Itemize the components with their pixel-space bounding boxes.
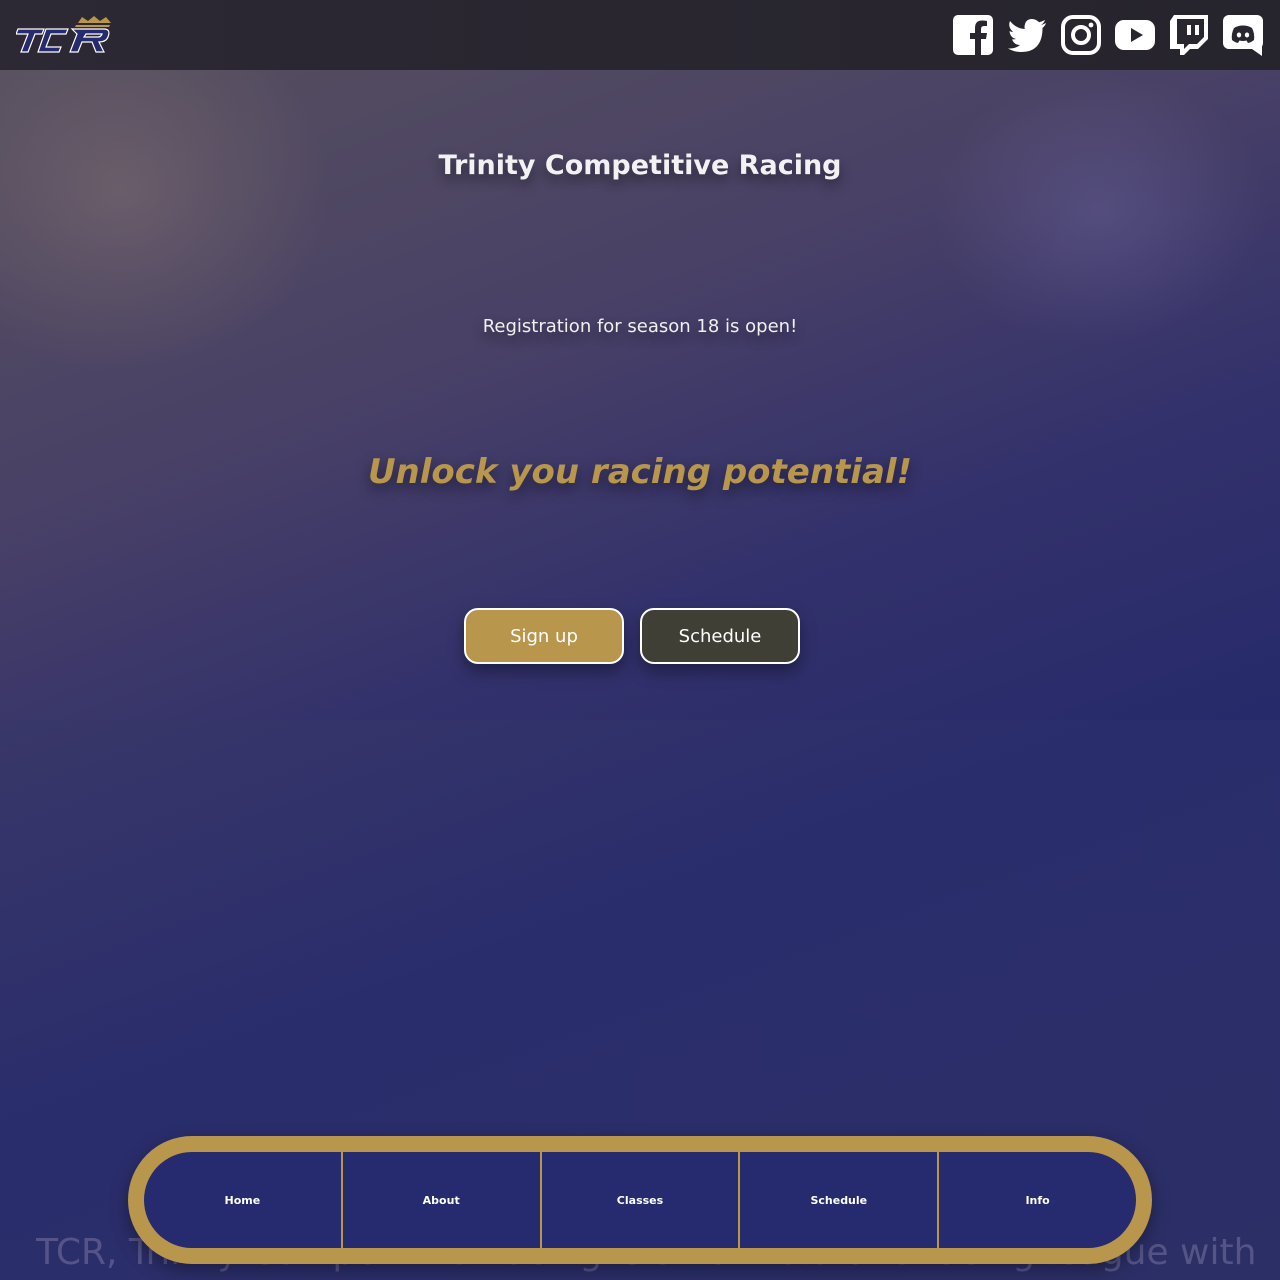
sign-up-button[interactable]: Sign up	[464, 608, 624, 664]
tagline: Unlock you racing potential!	[367, 452, 913, 492]
nav-item-home[interactable]: Home	[144, 1152, 343, 1248]
youtube-icon[interactable]	[1114, 14, 1156, 56]
discord-icon[interactable]	[1222, 14, 1264, 56]
nav-items: Home About Classes Schedule Info	[144, 1152, 1136, 1248]
nav-item-schedule[interactable]: Schedule	[740, 1152, 940, 1248]
bottom-navigation: Home About Classes Schedule Info	[128, 1136, 1152, 1264]
facebook-icon[interactable]	[952, 14, 994, 56]
instagram-icon[interactable]	[1060, 14, 1102, 56]
top-bar	[0, 0, 1280, 70]
page-title: Trinity Competitive Racing	[438, 150, 842, 181]
hero-buttons: Sign up Schedule	[464, 608, 800, 664]
social-links	[952, 14, 1264, 56]
nav-item-info[interactable]: Info	[939, 1152, 1136, 1248]
twitter-icon[interactable]	[1006, 14, 1048, 56]
nav-item-about[interactable]: About	[343, 1152, 542, 1248]
schedule-button[interactable]: Schedule	[640, 608, 800, 664]
registration-notice: Registration for season 18 is open!	[482, 316, 798, 337]
twitch-icon[interactable]	[1168, 14, 1210, 56]
nav-item-classes[interactable]: Classes	[542, 1152, 741, 1248]
tcr-logo[interactable]	[16, 15, 112, 55]
